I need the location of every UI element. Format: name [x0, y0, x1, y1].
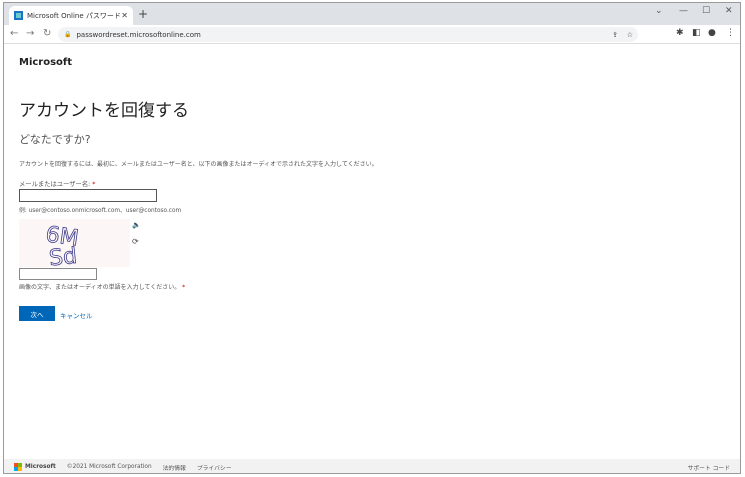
support-code-link[interactable]: サポート コード [688, 463, 730, 472]
required-mark: * [182, 284, 186, 291]
browser-window: Microsoft Online パスワード リセット ✕ + ⌄ — ☐ ✕ … [3, 2, 741, 474]
captcha-hint: 画像の文字、またはオーディオの単語を入力してください。 * [19, 282, 185, 291]
maximize-icon[interactable]: ☐ [702, 6, 710, 16]
minimize-icon[interactable]: — [679, 6, 688, 16]
profile-avatar-icon[interactable]: ● [708, 28, 716, 38]
close-tab-icon[interactable]: ✕ [121, 11, 128, 20]
close-window-icon[interactable]: ✕ [725, 6, 733, 16]
description: アカウントを回復するには、最初に、メールまたはユーザー名と、以下の画像またはオー… [19, 161, 378, 168]
refresh-captcha-icon[interactable]: ⟳ [132, 237, 139, 246]
footer: Microsoft ©2021 Microsoft Corporation 法的… [4, 459, 740, 473]
side-panel-icon[interactable]: ◧ [692, 28, 701, 38]
page-content: Microsoft アカウントを回復する どなたですか? アカウントを回復するに… [4, 45, 740, 459]
email-label: メールまたはユーザー名: * [19, 179, 95, 188]
lock-icon: 🔒 [64, 31, 72, 38]
back-icon[interactable]: ← [10, 28, 18, 39]
favicon-icon [14, 11, 23, 20]
captcha-input[interactable] [19, 268, 97, 280]
email-example: 例: user@contoso.onmicrosoft.com、user@con… [19, 208, 182, 214]
microsoft-logo-icon [14, 463, 22, 471]
tab-search-icon[interactable]: ⌄ [655, 6, 663, 16]
bookmark-star-icon[interactable]: ☆ [627, 31, 633, 39]
cancel-link[interactable]: キャンセル [60, 310, 93, 320]
microsoft-logo: Microsoft [19, 57, 73, 68]
tab-title: Microsoft Online パスワード リセット [27, 11, 121, 20]
address-bar-row: ← → ↻ 🔒 passwordreset.microsoftonline.co… [4, 25, 740, 44]
new-tab-icon[interactable]: + [138, 7, 148, 21]
share-icon[interactable]: ⇪ [612, 31, 618, 39]
address-bar[interactable]: 🔒 passwordreset.microsoftonline.com ⇪ ☆ [58, 27, 638, 42]
captcha-image: 6M Sd [19, 219, 130, 272]
legal-link[interactable]: 法的情報 [163, 463, 186, 472]
extensions-icon[interactable]: ✱ [676, 28, 684, 38]
email-label-text: メールまたはユーザー名: [19, 181, 91, 188]
footer-brand: Microsoft [25, 464, 56, 470]
captcha-line-2: Sd [48, 244, 78, 267]
captcha-hint-text: 画像の文字、またはオーディオの単語を入力してください。 [19, 284, 181, 291]
page-title: アカウントを回復する [19, 101, 189, 121]
url-text: passwordreset.microsoftonline.com [76, 30, 201, 39]
email-input[interactable] [19, 189, 157, 202]
tab-bar: Microsoft Online パスワード リセット ✕ + ⌄ — ☐ ✕ [4, 3, 740, 25]
audio-captcha-icon[interactable]: 🔈 [132, 221, 141, 229]
copyright: ©2021 Microsoft Corporation [66, 464, 152, 470]
forward-icon[interactable]: → [26, 28, 34, 39]
menu-icon[interactable]: ⋮ [726, 28, 735, 38]
privacy-link[interactable]: プライバシー [197, 463, 232, 472]
next-button[interactable]: 次へ [19, 306, 55, 321]
required-mark: * [92, 181, 96, 188]
browser-tab[interactable]: Microsoft Online パスワード リセット ✕ [9, 6, 133, 25]
page-subtitle: どなたですか? [19, 133, 91, 146]
reload-icon[interactable]: ↻ [43, 28, 51, 39]
